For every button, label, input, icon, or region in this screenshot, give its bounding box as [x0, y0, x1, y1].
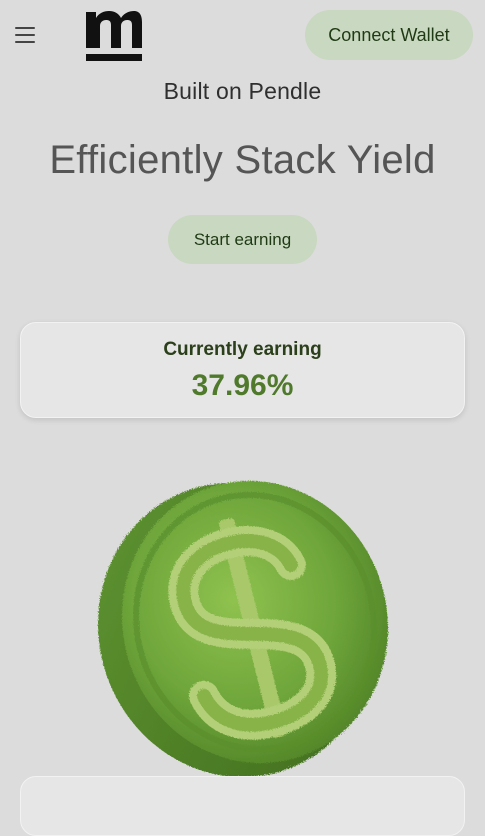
earning-rate-value: 37.96%	[191, 369, 294, 402]
page-title: Efficiently Stack Yield	[49, 138, 436, 182]
hamburger-menu-icon[interactable]	[12, 24, 38, 46]
built-on-pendle-subtitle: Built on Pendle	[163, 78, 322, 104]
m-logo[interactable]	[84, 8, 142, 62]
connect-wallet-button[interactable]: Connect Wallet	[305, 10, 473, 60]
top-bar: Connect Wallet	[0, 0, 485, 72]
start-earning-button[interactable]: Start earning	[168, 215, 317, 264]
currently-earning-card: Currently earning 37.96%	[20, 322, 465, 418]
grass-dollar-coin-icon	[98, 480, 388, 778]
currently-earning-label: Currently earning	[163, 339, 322, 360]
next-card	[20, 776, 465, 836]
